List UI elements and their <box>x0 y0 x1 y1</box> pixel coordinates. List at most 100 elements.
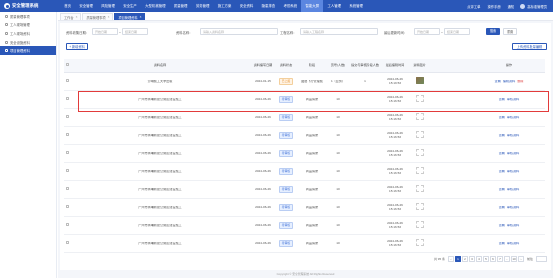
filter-date-start[interactable]: 开始日期 <box>92 28 118 35</box>
select-all-checkbox[interactable] <box>65 63 69 67</box>
nav-item-9[interactable]: 隐患排查 <box>257 0 279 12</box>
page-number[interactable]: 3 <box>468 256 475 262</box>
action-link[interactable]: 查看 <box>499 206 505 209</box>
row-checkbox[interactable] <box>65 205 69 209</box>
tab-1[interactable]: 质量管理事项 × <box>82 13 114 20</box>
tab-0[interactable]: 工作台 × <box>60 13 82 20</box>
next-page-button[interactable]: › <box>517 256 524 262</box>
feedback-link[interactable]: 点评工单 <box>467 4 480 9</box>
action-link[interactable]: 审核资料 <box>507 224 519 227</box>
action-link[interactable]: 审核资料 <box>507 242 519 245</box>
table-row[interactable]: 广州市黄埔新建公寓区建设施工 2024-06-26 待审核 商品房屋 10 2024-06… <box>64 181 545 199</box>
page-number[interactable]: 7 <box>496 256 503 262</box>
nav-item-2[interactable]: 风险管理 <box>97 0 119 12</box>
nav-item-1[interactable]: 安全管理 <box>75 0 97 12</box>
sidebar-item-2[interactable]: 工人现场资料 <box>0 29 56 38</box>
tab-2[interactable]: 项目管理资料 × <box>114 13 146 20</box>
row-checkbox[interactable] <box>65 79 69 83</box>
action-link[interactable]: 审核资料 <box>507 170 519 173</box>
prev-page-button[interactable]: ‹ <box>447 256 454 262</box>
action-link[interactable]: 查看 <box>499 116 505 119</box>
action-link[interactable]: 查看 <box>499 152 505 155</box>
action-link[interactable]: 查看 <box>499 188 505 191</box>
table-row[interactable]: 沙琳施工大学出版 2024-01-15 已上报 图层飞行管理施 1（业务） 1 2024-0… <box>64 73 545 91</box>
reset-button[interactable]: 重置 <box>503 28 517 35</box>
row-checkbox[interactable] <box>65 115 69 119</box>
sidebar-item-1[interactable]: 工人现场管理 <box>0 21 56 30</box>
table-row[interactable]: 广州市黄埔新建公寓区建设施工 2024-06-26 待审核 商品房屋 10 2024-06… <box>64 235 545 253</box>
table-row[interactable]: 广州市黄埔新建公寓区建设施工 2024-06-26 待审核 商品房屋 10 2024-06… <box>64 217 545 235</box>
page-number[interactable]: 6 <box>489 256 496 262</box>
row-checkbox[interactable] <box>65 97 69 101</box>
table-row[interactable]: 广州市黄埔新建公寓区建设施工 2024-06-26 待审核 商品房屋 10 2024-06… <box>64 163 545 181</box>
document-pages: 10 <box>336 115 340 119</box>
sidebar-item-0[interactable]: 质量管理事项 <box>0 12 56 21</box>
status-cell: 待审核 <box>276 150 296 157</box>
table-row[interactable]: 广州市黄埔新建公寓区建设施工 2024-06-26 待审核 商品房屋 10 2024-06… <box>64 145 545 163</box>
table-row[interactable]: 广州市黄埔新建公寓区建设施工 2024-06-26 待审核 商品房屋 10 2024-06… <box>64 199 545 217</box>
nav-item-6[interactable]: 劳务管理 <box>192 0 214 12</box>
document-date: 2024-06-26 <box>255 241 271 245</box>
nav-item-0[interactable]: 首页 <box>60 0 75 12</box>
notification-link[interactable]: 通知 <box>508 4 515 9</box>
page-number[interactable]: 10 <box>510 256 517 262</box>
last-edited: 2024-06-26 15:16:53 <box>387 185 403 193</box>
page-number[interactable]: 2 <box>461 256 468 262</box>
filter-name-input[interactable]: 请输入资料名称 <box>200 28 278 35</box>
action-link[interactable]: 审核资料 <box>507 188 519 191</box>
app-logo[interactable]: 安全管理系统 <box>0 0 60 12</box>
page-number[interactable]: ... <box>503 256 510 262</box>
action-link[interactable]: 审核资料 <box>507 152 519 155</box>
nav-item-12[interactable]: 工人管理 <box>323 0 345 12</box>
nav-item-7[interactable]: 施工方案 <box>214 0 236 12</box>
filter-project-input[interactable]: 请输入工程名称 <box>300 28 378 35</box>
close-icon[interactable]: × <box>76 15 78 19</box>
filter-date-end[interactable]: 结束日期 <box>122 28 148 35</box>
action-link[interactable]: 删除 <box>517 80 523 83</box>
row-checkbox[interactable] <box>65 169 69 173</box>
action-link[interactable]: 审核资料 <box>507 206 519 209</box>
filter-updated-start[interactable]: 开始日期 <box>414 28 440 35</box>
action-link[interactable]: 查看 <box>495 80 501 83</box>
nav-item-13[interactable]: 系统管理 <box>345 0 367 12</box>
search-button[interactable]: 搜索 <box>486 28 500 35</box>
avatar[interactable] <box>520 3 526 9</box>
sidebar-item-3[interactable]: 安全设施资料 <box>0 38 56 47</box>
add-document-button[interactable]: + 新增资料 <box>66 43 88 50</box>
document-pages: 10 <box>336 241 340 245</box>
action-link[interactable]: 审核资料 <box>507 116 519 119</box>
page-number[interactable]: 4 <box>475 256 482 262</box>
action-link[interactable]: 查看 <box>499 224 505 227</box>
row-checkbox[interactable] <box>65 187 69 191</box>
nav-item-11[interactable]: 智能大屏 <box>301 0 324 12</box>
close-icon[interactable]: × <box>108 15 110 19</box>
row-checkbox[interactable] <box>65 151 69 155</box>
row-checkbox[interactable] <box>65 133 69 137</box>
logo-icon <box>4 3 10 9</box>
table-row[interactable]: 广州市黄埔新建公寓区建设施工 2024-06-26 待审核 商品房屋 10 2024-06… <box>64 127 545 145</box>
action-link[interactable]: 审核资料 <box>507 134 519 137</box>
action-link[interactable]: 查看 <box>499 134 505 137</box>
nav-item-8[interactable]: 安全资料 <box>236 0 258 12</box>
nav-item-3[interactable]: 安全生产 <box>119 0 141 12</box>
batch-upload-button[interactable]: 上传资料批量编辑 <box>512 43 547 50</box>
manual-link[interactable]: 操作手册 <box>487 4 500 9</box>
user-name[interactable]: 高标准管理员 <box>527 4 547 9</box>
close-icon[interactable]: × <box>140 15 142 19</box>
page-number[interactable]: 5 <box>482 256 489 262</box>
row-checkbox[interactable] <box>65 223 69 227</box>
main-content: 工作台 × 质量管理事项 × 项目管理资料 × 资料收集日期： 开始日期 – 结束日期 资… <box>58 12 553 278</box>
filter-updated-end[interactable]: 结束日期 <box>444 28 470 35</box>
pagination: 共 95 条 ‹ 1 2 3 4 5 6 7... 10 › 前往 <box>434 256 547 262</box>
row-checkbox[interactable] <box>65 241 69 245</box>
action-link[interactable]: 查看 <box>499 242 505 245</box>
goto-page-input[interactable] <box>536 256 547 262</box>
nav-item-4[interactable]: 大型机械管理 <box>141 0 170 12</box>
action-link[interactable]: 查看 <box>499 170 505 173</box>
nav-item-5[interactable]: 质量管理 <box>170 0 192 12</box>
page-number[interactable]: 1 <box>454 256 461 262</box>
nav-item-10[interactable]: 考勤系统 <box>279 0 301 12</box>
action-link[interactable]: 编辑资料 <box>503 80 515 83</box>
document-thumbnail[interactable] <box>415 77 424 85</box>
sidebar-item-4[interactable]: 项目管理资料 <box>0 46 56 55</box>
